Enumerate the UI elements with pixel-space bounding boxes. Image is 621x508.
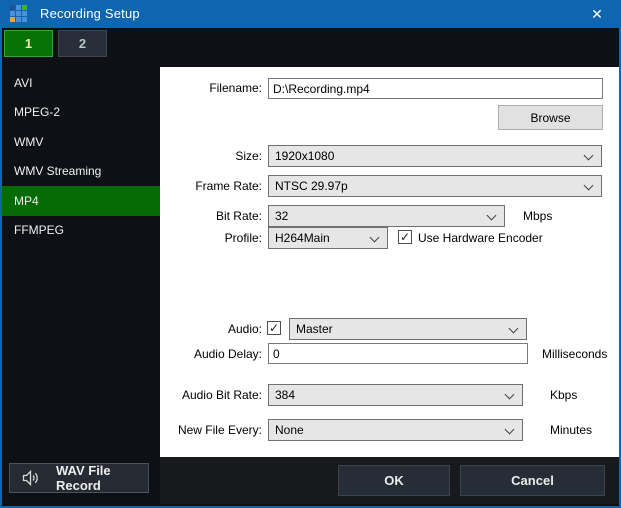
size-label: Size: xyxy=(160,149,262,163)
filename-label: Filename: xyxy=(160,81,262,95)
recording-setup-dialog: Recording Setup ✕ 1 2 AVI MPEG-2 WMV WMV… xyxy=(0,0,621,508)
audio-checkbox[interactable]: ✓ xyxy=(267,321,281,335)
bit-rate-label: Bit Rate: xyxy=(160,209,262,223)
new-file-every-unit: Minutes xyxy=(550,423,592,437)
bit-rate-select[interactable]: 32 xyxy=(268,205,505,227)
checkmark-icon: ✓ xyxy=(269,322,279,334)
audio-bit-rate-unit: Kbps xyxy=(550,388,577,402)
title-bar: Recording Setup ✕ xyxy=(2,0,619,28)
audio-label: Audio: xyxy=(160,322,262,336)
tab-1-label: 1 xyxy=(25,36,32,51)
wav-file-record-label: WAV File Record xyxy=(56,463,148,493)
close-icon: ✕ xyxy=(591,6,603,23)
size-select[interactable]: 1920x1080 xyxy=(268,145,602,167)
chevron-down-icon xyxy=(584,181,594,191)
chevron-down-icon xyxy=(509,324,519,334)
audio-delay-label: Audio Delay: xyxy=(160,347,262,361)
profile-select[interactable]: H264Main xyxy=(268,227,388,249)
profile-label: Profile: xyxy=(160,231,262,245)
checkmark-icon: ✓ xyxy=(400,231,410,243)
sidebar-item-wmv-streaming[interactable]: WMV Streaming xyxy=(2,157,160,187)
settings-panel: Filename: Browse Size: 1920x1080 Frame R… xyxy=(160,67,619,457)
sidebar-item-avi[interactable]: AVI xyxy=(2,68,160,98)
speaker-icon xyxy=(22,470,40,486)
cancel-button[interactable]: Cancel xyxy=(460,465,605,496)
frame-rate-label: Frame Rate: xyxy=(160,179,262,193)
audio-bit-rate-select[interactable]: 384 xyxy=(268,384,523,406)
tab-2[interactable]: 2 xyxy=(58,30,107,57)
audio-source-select[interactable]: Master xyxy=(289,318,527,340)
chevron-down-icon xyxy=(370,233,380,243)
frame-rate-select[interactable]: NTSC 29.97p xyxy=(268,175,602,197)
window-title: Recording Setup xyxy=(40,6,140,21)
sidebar-item-wmv[interactable]: WMV xyxy=(2,127,160,157)
chevron-down-icon xyxy=(487,211,497,221)
close-button[interactable]: ✕ xyxy=(575,0,619,28)
hardware-encoder-checkbox[interactable]: ✓ xyxy=(398,230,412,244)
audio-bit-rate-label: Audio Bit Rate: xyxy=(160,388,262,402)
format-list: AVI MPEG-2 WMV WMV Streaming MP4 FFMPEG xyxy=(2,68,160,245)
chevron-down-icon xyxy=(505,390,515,400)
sidebar-item-ffmpeg[interactable]: FFMPEG xyxy=(2,216,160,246)
bit-rate-unit: Mbps xyxy=(523,209,552,223)
wav-file-record-button[interactable]: WAV File Record xyxy=(9,463,149,493)
new-file-every-select[interactable]: None xyxy=(268,419,523,441)
tab-2-label: 2 xyxy=(79,36,86,51)
app-logo-icon xyxy=(10,5,27,22)
sidebar-item-mpeg2[interactable]: MPEG-2 xyxy=(2,98,160,128)
hardware-encoder-label: Use Hardware Encoder xyxy=(418,231,543,245)
chevron-down-icon xyxy=(584,151,594,161)
audio-delay-unit: Milliseconds xyxy=(542,347,607,361)
chevron-down-icon xyxy=(505,425,515,435)
filename-input[interactable] xyxy=(268,78,603,99)
new-file-every-label: New File Every: xyxy=(160,423,262,437)
ok-button[interactable]: OK xyxy=(338,465,450,496)
audio-delay-input[interactable] xyxy=(268,343,528,364)
sidebar-item-mp4[interactable]: MP4 xyxy=(2,186,160,216)
tab-1[interactable]: 1 xyxy=(4,30,53,57)
browse-button[interactable]: Browse xyxy=(498,105,603,130)
